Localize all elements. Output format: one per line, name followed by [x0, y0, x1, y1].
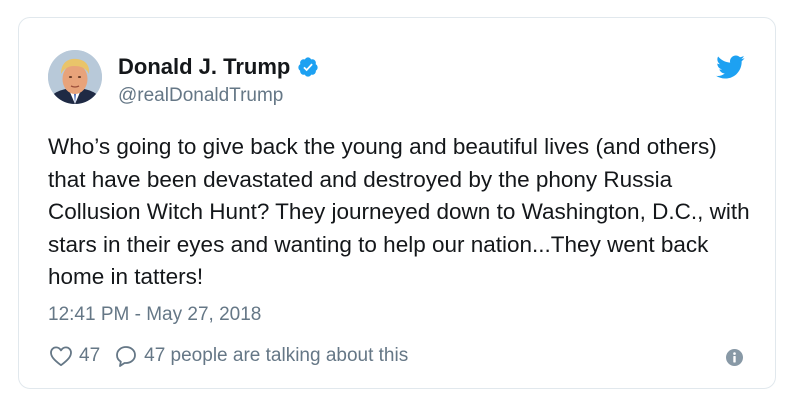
author-handle[interactable]: @realDonaldTrump [118, 84, 283, 108]
verified-badge-icon [297, 56, 319, 78]
like-button[interactable]: 47 [49, 344, 100, 368]
tweet-action-bar: 47 47 people are talking about this [49, 344, 408, 368]
author-display-name[interactable]: Donald J. Trump [118, 54, 290, 80]
twitter-bird-icon[interactable] [715, 54, 745, 80]
author-name-row[interactable]: Donald J. Trump [118, 54, 319, 80]
conversation-label: 47 people are talking about this [144, 345, 409, 366]
conversation-link[interactable]: 47 people are talking about this [114, 344, 408, 368]
avatar[interactable] [48, 50, 102, 104]
avatar-photo [48, 50, 102, 104]
tweet-timestamp[interactable]: 12:41 PM - May 27, 2018 [48, 303, 261, 327]
info-icon[interactable] [726, 349, 743, 366]
heart-icon [49, 345, 73, 367]
tweet-card[interactable]: Donald J. Trump @realDonaldTrump Who’s g… [18, 17, 776, 389]
tweet-text: Who’s going to give back the young and b… [48, 134, 750, 289]
like-count: 47 [79, 345, 101, 366]
speech-bubble-icon [114, 344, 138, 368]
